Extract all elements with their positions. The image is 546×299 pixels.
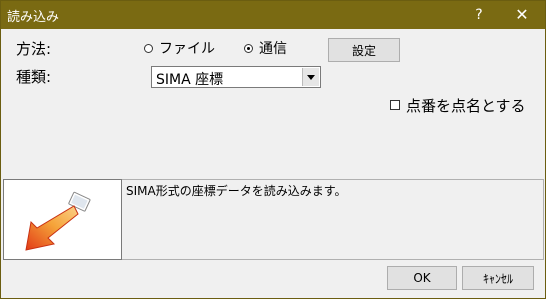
settings-button[interactable]: 設定 [328, 38, 400, 62]
radio-file[interactable]: ファイル [144, 38, 215, 58]
type-select[interactable]: SIMA 座標 [151, 66, 321, 88]
import-dialog: 読み込み ? ✕ 方法: ファイル 通信 設定 種類: SIMA 座標 点番を点… [0, 0, 546, 299]
checkbox-box[interactable] [390, 100, 400, 110]
point-number-as-name-checkbox[interactable]: 点番を点名とする [390, 96, 526, 115]
help-button[interactable]: ? [467, 4, 491, 26]
radio-file-label: ファイル [159, 41, 215, 57]
ok-button[interactable]: OK [387, 266, 457, 290]
method-label: 方法: [16, 40, 52, 58]
cancel-button[interactable]: ｷｬﾝｾﾙ [462, 266, 534, 290]
type-label: 種類: [16, 68, 52, 86]
window-title: 読み込み [7, 10, 60, 25]
title-bar: 読み込み ? ✕ [1, 1, 545, 29]
radio-communication-indicator[interactable] [244, 43, 253, 53]
import-arrow-icon [25, 191, 91, 251]
checkbox-label: 点番を点名とする [406, 96, 526, 115]
radio-communication-label: 通信 [259, 41, 287, 57]
description-text: SIMA形式の座標データを読み込みます。 [126, 184, 347, 198]
import-image-panel [3, 179, 122, 260]
type-select-value: SIMA 座標 [156, 72, 224, 88]
description-box: SIMA形式の座標データを読み込みます。 [122, 179, 544, 260]
chevron-down-icon[interactable] [302, 68, 319, 86]
radio-communication[interactable]: 通信 [244, 38, 287, 58]
close-button[interactable]: ✕ [507, 3, 537, 27]
radio-file-indicator[interactable] [144, 43, 153, 53]
